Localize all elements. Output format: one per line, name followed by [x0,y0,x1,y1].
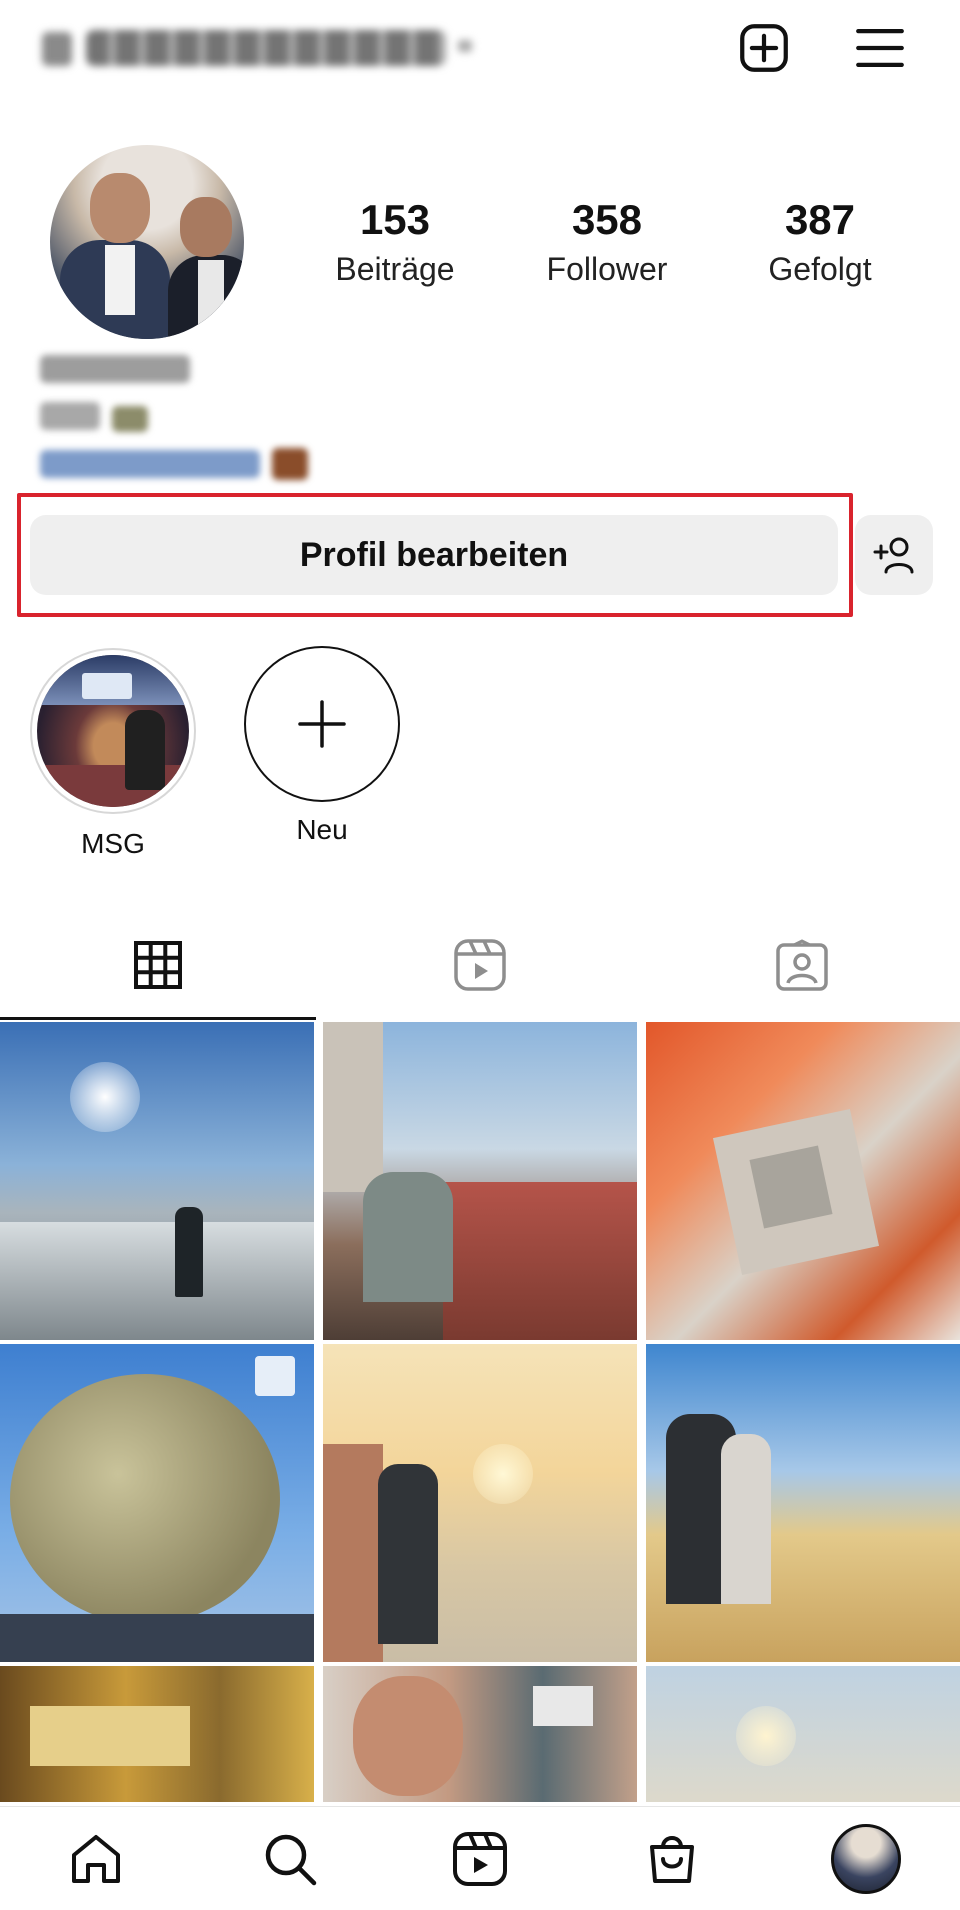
shop-icon [650,1836,694,1883]
username-blurred [86,30,446,66]
bio-emoji-blurred [112,406,148,432]
profile-tabs [0,910,960,1020]
stat-posts[interactable]: 153 Beiträge [305,196,485,290]
stat-followers-label: Follower [546,251,668,287]
stat-posts-label: Beiträge [335,251,455,287]
stat-posts-value: 153 [359,196,431,243]
post-tile[interactable] [646,1666,960,1802]
profile-avatar[interactable] [50,145,244,339]
post-tile[interactable] [646,1344,960,1662]
tagged-icon [776,939,828,991]
top-bar [0,0,960,100]
post-tile[interactable] [323,1344,637,1662]
highlight-msg-label: MSG [81,828,145,859]
new-post-button[interactable] [732,16,796,80]
stat-followers-value: 358 [571,196,643,243]
lock-icon [42,32,72,66]
highlight-msg-cover [37,655,189,807]
stat-followers[interactable]: 358 Follower [517,196,697,290]
highlight-new-label: Neu [296,814,348,845]
stat-following[interactable]: 387 Gefolgt [730,196,910,290]
search-icon [265,1834,317,1886]
nav-shop[interactable] [640,1827,704,1891]
post-tile[interactable] [323,1022,637,1340]
post-tile[interactable] [0,1344,314,1662]
highlight-msg-ring [30,648,196,814]
post-tile[interactable] [0,1666,314,1802]
bio-link-blurred[interactable] [40,450,260,478]
menu-button[interactable] [848,16,912,80]
post-tile[interactable] [0,1022,314,1340]
stat-following-label: Gefolgt [768,251,872,287]
stat-following-value: 387 [784,196,856,243]
tab-posts-grid[interactable] [0,910,316,1020]
bio-briefcase-blurred [272,448,308,480]
home-icon [72,1835,120,1883]
tab-tagged[interactable] [644,910,960,1020]
add-person-icon [873,537,914,574]
reels-icon [453,1832,507,1886]
highlight-new-ring [244,646,400,802]
nav-reels[interactable] [448,1827,512,1891]
username-switcher[interactable] [40,22,472,72]
post-tile[interactable] [323,1666,637,1802]
post-tile[interactable] [646,1022,960,1340]
bio-line-blurred [40,402,100,430]
nav-search[interactable] [258,1827,322,1891]
nav-home[interactable] [64,1827,128,1891]
plus-square-icon [740,24,788,72]
post-grid [0,1022,960,1802]
bio-name-blurred [40,355,190,383]
discover-people-button[interactable] [855,515,933,595]
hamburger-menu-icon [856,28,904,68]
profile-avatar-small [831,1824,901,1894]
nav-profile[interactable] [830,1823,902,1895]
plus-icon [298,700,346,748]
highlight-new[interactable]: Neu [237,646,407,846]
bottom-navigation [0,1806,960,1910]
tab-reels[interactable] [322,910,638,1020]
highlight-msg[interactable]: MSG [28,648,198,860]
edit-profile-button[interactable]: Profil bearbeiten [30,515,838,595]
chevron-down-icon [458,40,472,52]
reels-icon [454,939,506,991]
grid-icon [134,941,182,989]
